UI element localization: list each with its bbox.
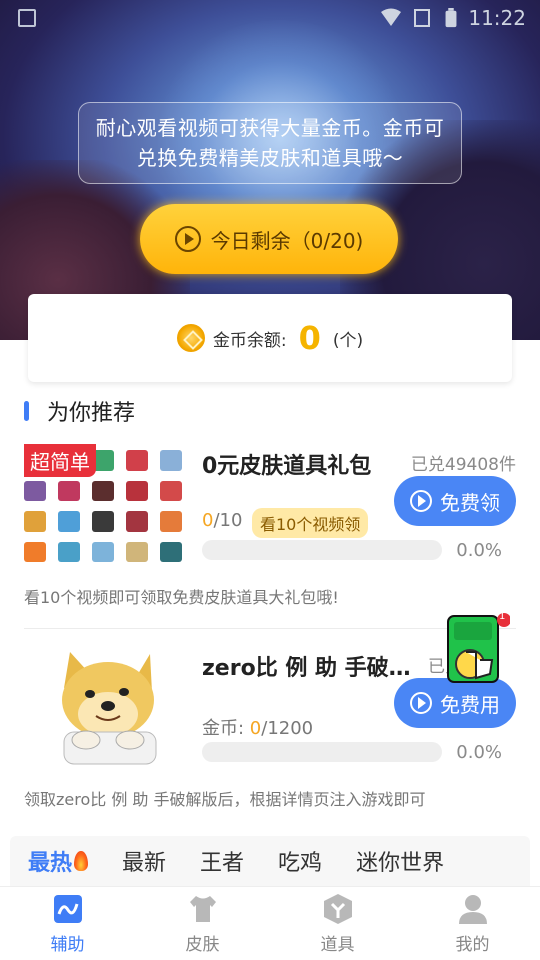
progress-percent: 0.0% xyxy=(456,540,502,561)
tab-honor-of-kings[interactable]: 王者 xyxy=(200,845,244,877)
coin-balance-card: 金币余额: 0 (个) xyxy=(28,294,512,382)
reward-notice: 耐心观看视频可获得大量金币。金币可兑换免费精美皮肤和道具哦～ xyxy=(78,102,462,184)
watch-video-label: 今日剩余（0/20) xyxy=(210,228,364,253)
nav-skins[interactable]: 皮肤 xyxy=(135,887,270,960)
coin-unit: (个) xyxy=(332,330,364,351)
tab-newest[interactable]: 最新 xyxy=(122,845,166,877)
progress-percent: 0.0% xyxy=(456,742,502,763)
signal-icon xyxy=(414,9,431,27)
nav-label: 辅助 xyxy=(50,935,85,955)
profile-icon xyxy=(458,895,487,924)
bottom-navigation: 辅助 皮肤 道具 我的 xyxy=(0,886,540,960)
doge-image xyxy=(46,648,164,766)
floating-reward-button[interactable]: 1 xyxy=(446,611,511,686)
category-tabs: 最热 最新 王者 吃鸡 迷你世界 xyxy=(10,836,530,886)
nav-label: 皮肤 xyxy=(185,935,220,955)
hand-phone-icon xyxy=(447,613,511,683)
list-item[interactable]: 超简单 0元皮肤道具礼包 已兑49408件 0/10 看10个视频领 0.0% … xyxy=(24,444,516,614)
tab-pubg[interactable]: 吃鸡 xyxy=(278,845,322,877)
tab-mini-world[interactable]: 迷你世界 xyxy=(356,845,444,877)
item-progress-text: 0/10 xyxy=(202,510,243,531)
battery-icon xyxy=(445,8,457,28)
nav-label: 我的 xyxy=(455,935,490,955)
status-bar: 11:22 xyxy=(0,0,540,36)
section-header: 为你推荐 xyxy=(24,394,135,428)
badge-count: 1 xyxy=(499,611,506,622)
coin-icon xyxy=(176,324,205,352)
nav-assist[interactable]: 辅助 xyxy=(0,887,135,960)
tab-hottest[interactable]: 最热 xyxy=(28,845,89,877)
watch-requirement-tag: 看10个视频领 xyxy=(252,508,369,538)
claim-free-button[interactable]: 免费领 xyxy=(394,476,516,526)
section-title: 为你推荐 xyxy=(47,401,136,426)
item-thumbnail xyxy=(24,646,182,768)
box-icon xyxy=(323,894,352,924)
item-description: 领取zero比 例 助 手破解版后，根据详情页注入游戏即可 xyxy=(24,790,426,809)
coin-label: 金币余额: xyxy=(212,330,287,351)
item-description: 看10个视频即可领取免费皮肤道具大礼包哦! xyxy=(24,588,339,607)
play-icon xyxy=(410,692,432,714)
item-coin-cost: 金币: 0/1200 xyxy=(202,718,314,739)
flame-icon xyxy=(74,851,89,871)
assist-icon xyxy=(53,895,82,923)
watch-video-button[interactable]: 今日剩余（0/20) xyxy=(140,204,398,274)
list-item[interactable]: zero比 例 助 手破... 已兑 金币: 0/1200 0.0% 免费用 领… xyxy=(24,646,516,816)
item-title: zero比 例 助 手破... xyxy=(202,656,412,681)
easy-badge: 超简单 xyxy=(24,444,96,477)
section-marker xyxy=(24,401,29,421)
nav-profile[interactable]: 我的 xyxy=(405,887,540,960)
use-free-label: 免费用 xyxy=(440,692,500,717)
divider xyxy=(24,628,516,629)
progress-bar xyxy=(202,540,442,560)
progress-bar xyxy=(202,742,442,762)
play-icon xyxy=(174,226,201,252)
play-icon xyxy=(410,490,432,512)
item-sold-count: 已兑49408件 xyxy=(410,455,516,475)
tshirt-icon xyxy=(189,896,216,922)
coin-value: 0 xyxy=(298,319,321,357)
status-right: 11:22 xyxy=(380,6,526,30)
item-title: 0元皮肤道具礼包 xyxy=(202,454,372,479)
status-time: 11:22 xyxy=(468,6,526,30)
claim-free-label: 免费领 xyxy=(440,490,500,515)
wifi-icon xyxy=(381,8,402,26)
nav-label: 道具 xyxy=(320,935,355,955)
nav-props[interactable]: 道具 xyxy=(270,887,405,960)
notification-icon xyxy=(18,9,36,27)
